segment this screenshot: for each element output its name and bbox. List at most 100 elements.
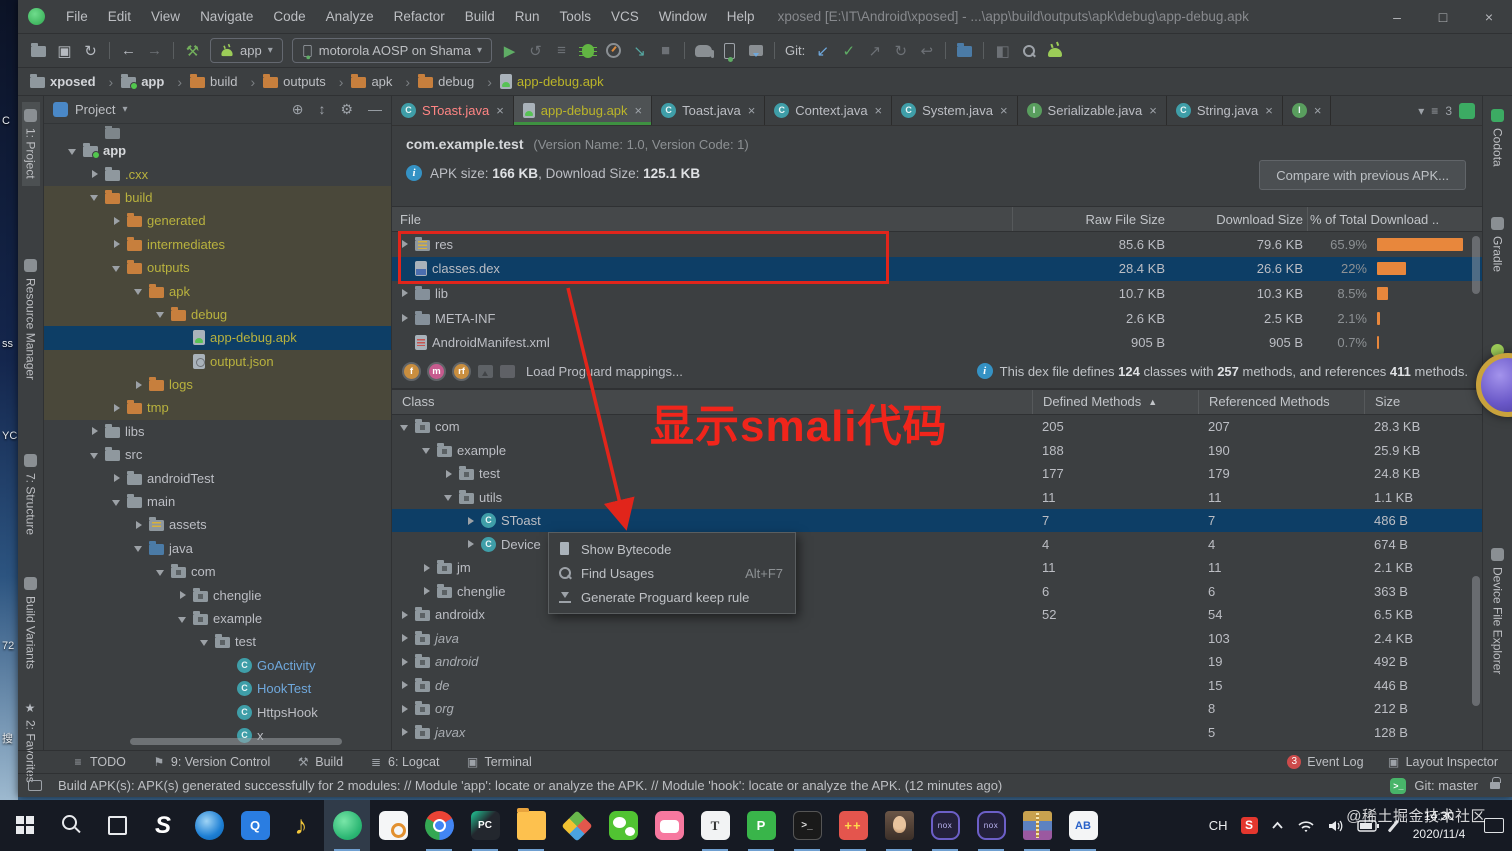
profiler-icon[interactable] (601, 39, 626, 63)
breadcrumb-item[interactable]: debug › (418, 74, 500, 90)
expander-icon[interactable] (156, 309, 166, 319)
toolwindow-todo[interactable]: ≡ TODO (72, 755, 126, 769)
debug-icon[interactable] (575, 39, 600, 63)
module-selector[interactable]: app ▾ (210, 38, 283, 63)
wechat[interactable] (600, 800, 646, 851)
expander-icon[interactable] (400, 633, 410, 643)
apply-changes-icon[interactable]: ↺ (523, 39, 548, 63)
breadcrumb-item[interactable]: xposed › (30, 74, 121, 90)
forward-icon[interactable]: → (142, 39, 167, 63)
tree-item[interactable]: tmp (44, 396, 391, 419)
expander-icon[interactable] (112, 216, 122, 226)
tree-item[interactable]: example (44, 607, 391, 630)
tree-item[interactable]: logs (44, 373, 391, 396)
cmd[interactable]: >_ (784, 800, 830, 851)
git-push-icon[interactable]: ↗ (862, 39, 887, 63)
column-header-size[interactable]: Size (1364, 390, 1482, 414)
close-icon[interactable]: × (1000, 103, 1008, 118)
pycharm[interactable]: PC (462, 800, 508, 851)
app-diamond[interactable] (554, 800, 600, 851)
row-manifest[interactable]: AndroidManifest.xml 905 B 905 B 0.7% (392, 330, 1482, 355)
breadcrumb-item[interactable]: outputs › (263, 74, 351, 90)
breadcrumb-item[interactable]: apk › (351, 74, 418, 90)
expander-icon[interactable] (90, 426, 100, 436)
expander-icon[interactable] (422, 563, 432, 573)
proguard-map-icon[interactable] (500, 365, 515, 378)
expander-icon[interactable] (444, 492, 454, 502)
dex-tree-row[interactable]: example 188 190 25.9 KB (392, 438, 1482, 462)
expander-icon[interactable] (222, 660, 232, 670)
tree-item[interactable]: outputs (44, 256, 391, 279)
editor-tab[interactable]: Serializable.java × (1018, 96, 1167, 125)
expander-icon[interactable] (444, 469, 454, 479)
load-proguard-link[interactable]: Load Proguard mappings... (526, 364, 683, 379)
expander-icon[interactable] (134, 520, 144, 530)
git-update-icon[interactable]: ↙ (810, 39, 835, 63)
bilibili[interactable] (646, 800, 692, 851)
toolwindow-layout-inspector[interactable]: ▣ Layout Inspector (1388, 755, 1498, 769)
expander-icon[interactable] (112, 473, 122, 483)
dex-tree-row[interactable]: javax 5 128 B (392, 720, 1482, 744)
expander-icon[interactable] (178, 333, 188, 343)
app-cards[interactable]: ++ (830, 800, 876, 851)
sdk-manager-icon[interactable] (743, 39, 768, 63)
menu-item[interactable]: Run (506, 7, 549, 26)
build-hammer-icon[interactable]: ⚒ (180, 39, 205, 63)
lock-icon[interactable] (1490, 782, 1500, 789)
expander-icon[interactable] (68, 146, 78, 156)
nox-player-2[interactable]: nox (968, 800, 1014, 851)
expander-icon[interactable] (400, 727, 410, 737)
menu-item[interactable]: Navigate (191, 7, 262, 26)
toolwindow-event-log[interactable]: 3 Event Log (1287, 755, 1363, 769)
horizontal-scrollbar[interactable] (130, 738, 342, 745)
editor-tab[interactable]: SToast.java × (392, 96, 514, 125)
run-icon[interactable]: ▶ (497, 39, 522, 63)
expander-icon[interactable] (222, 707, 232, 717)
expander-icon[interactable] (400, 422, 410, 432)
toolbar-button[interactable] (109, 42, 110, 59)
nox-player[interactable]: nox (922, 800, 968, 851)
app-swirl[interactable]: S (140, 800, 186, 851)
tree-item[interactable]: generated (44, 209, 391, 232)
dex-tree-row[interactable]: org 8 212 B (392, 697, 1482, 721)
toolwindow-build[interactable]: ⚒ Build (297, 755, 343, 769)
dex-tree-row[interactable]: utils 11 11 1.1 KB (392, 485, 1482, 509)
hidden-tabs-icon[interactable]: ≡ (1431, 104, 1438, 118)
window-control-button[interactable]: – (1374, 0, 1420, 34)
breadcrumb-item[interactable]: app-debug.apk › (500, 74, 604, 89)
close-icon[interactable]: × (875, 103, 883, 118)
menu-item[interactable]: Tools (551, 7, 601, 26)
expander-icon[interactable] (112, 497, 122, 507)
sync-gradle-icon[interactable] (691, 39, 716, 63)
expander-icon[interactable] (112, 263, 122, 273)
chevron-down-icon[interactable]: ▾ (1418, 104, 1424, 118)
window-control-button[interactable]: × (1466, 0, 1512, 34)
expander-icon[interactable] (400, 338, 410, 348)
menu-item[interactable]: Help (718, 7, 764, 26)
menu-item-generate-proguard[interactable]: Generate Proguard keep rule (549, 585, 795, 609)
tree-item[interactable]: libs (44, 420, 391, 443)
taskbar-search[interactable] (48, 800, 94, 851)
tree-item-clipped[interactable] (44, 126, 391, 139)
git-history-icon[interactable]: ↻ (888, 39, 913, 63)
stop-icon[interactable]: ■ (653, 39, 678, 63)
expander-icon[interactable] (422, 586, 432, 596)
stripe-tab-structure[interactable]: 7: Structure (22, 447, 40, 542)
stripe-tab-build-variants[interactable]: Build Variants (22, 570, 40, 676)
chrome[interactable] (416, 800, 462, 851)
editor-tab[interactable]: app-debug.apk × (514, 96, 652, 125)
sync-icon[interactable]: ↻ (78, 39, 103, 63)
compare-apk-button[interactable]: Compare with previous APK... (1259, 160, 1466, 190)
menu-item-find-usages[interactable]: Find Usages Alt+F7 (549, 561, 795, 585)
dex-tree-row[interactable]: test 177 179 24.8 KB (392, 462, 1482, 486)
referenced-toggle[interactable]: rf (452, 362, 471, 381)
collapse-all-icon[interactable]: ↕ (318, 101, 325, 118)
expander-icon[interactable] (400, 239, 410, 249)
winrar[interactable] (1014, 800, 1060, 851)
tree-item[interactable]: test (44, 630, 391, 653)
column-header-download-size[interactable]: Download Size (1177, 207, 1307, 231)
expander-icon[interactable] (222, 684, 232, 694)
toolwindow-version-control[interactable]: ⚑ 9: Version Control (153, 755, 270, 769)
git-branch-widget[interactable]: Git: master (1414, 778, 1478, 793)
sogou-ime-icon[interactable]: S (1241, 817, 1258, 834)
